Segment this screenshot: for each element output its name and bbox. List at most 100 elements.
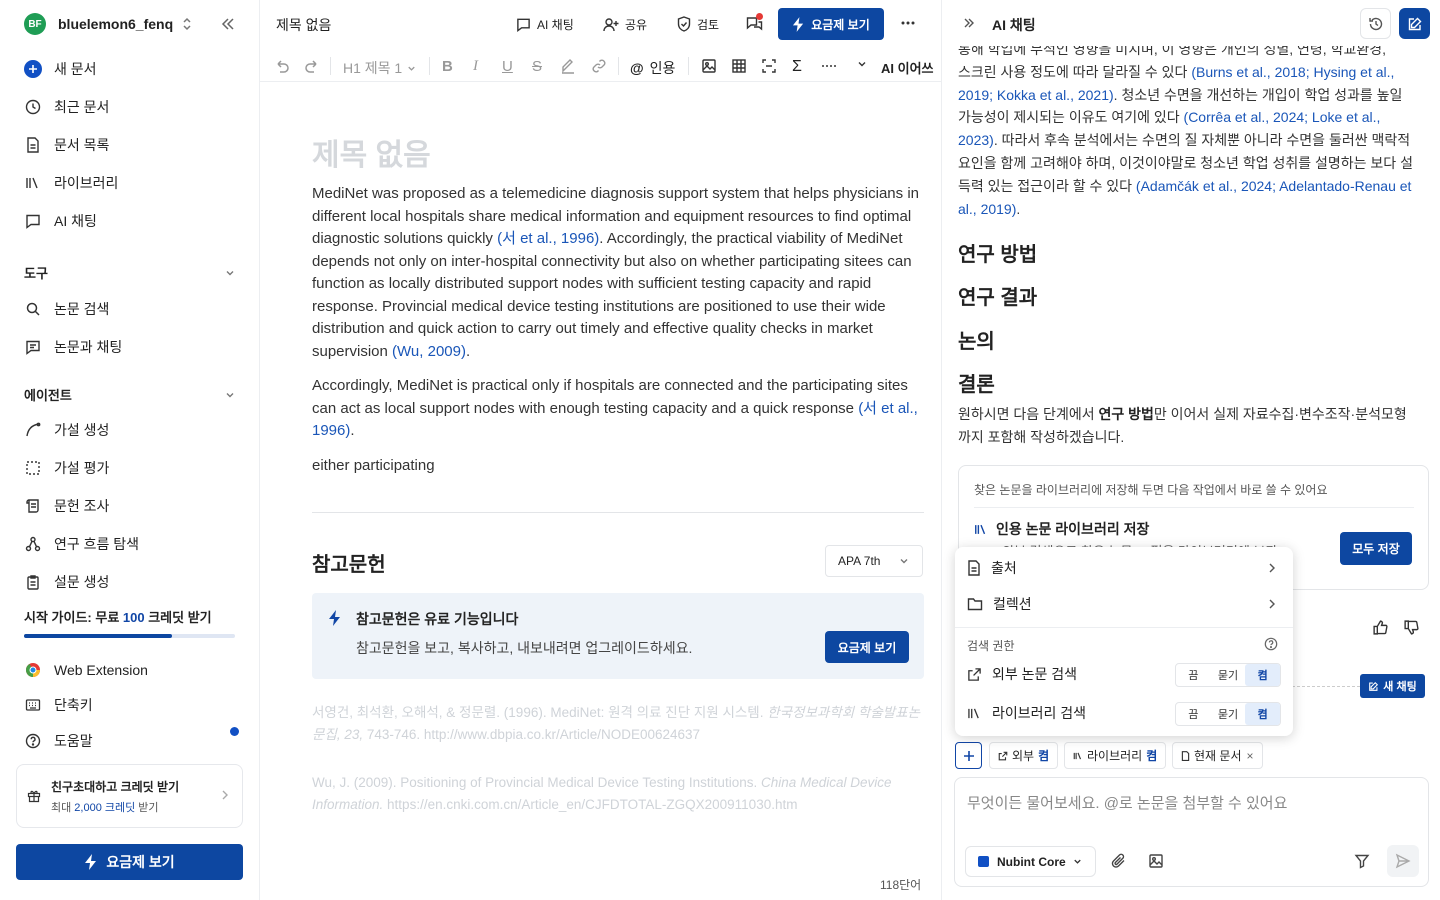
italic-icon[interactable]: I [473,58,478,75]
cite-label: 인용 [649,60,676,76]
strikethrough-icon[interactable]: S [532,58,542,75]
library-search-toggle[interactable]: 끔 묻기 켬 [1175,702,1281,726]
new-chat-button[interactable] [1399,8,1430,39]
sidebar-item-hypothesis-gen[interactable]: 가설 생성 [24,419,109,441]
seg-off[interactable]: 끔 [1176,703,1211,725]
divider-insert-icon[interactable] [821,58,837,74]
citation-link[interactable]: (서 et al., 1996) [497,230,599,247]
tools-section-header[interactable]: 도구 [24,263,236,282]
image-icon[interactable] [701,58,717,74]
cite-button[interactable]: @ 인용 [630,58,675,78]
sidebar-item-paper-search[interactable]: 논문 검색 [24,298,109,320]
sidebar-item-hypothesis-eval[interactable]: 가설 평가 [24,457,109,479]
divider [618,57,619,75]
external-search-toggle[interactable]: 끔 묻기 켬 [1175,663,1281,687]
sidebar-item-new-doc[interactable]: 새 문서 [24,58,97,80]
citation-link[interactable]: (Wu, 2009) [392,343,466,360]
embed-icon[interactable] [761,58,777,74]
invite-sub-prefix: 최대 [51,801,75,814]
chip-library[interactable]: 라이브러리 켬 [1064,742,1167,769]
share-button[interactable]: 공유 [603,14,647,34]
chevron-down-icon [898,555,910,567]
shield-check-icon [677,16,691,32]
model-label: Nubint Core [997,854,1066,869]
help-circle-icon[interactable] [1264,637,1278,651]
seg-off[interactable]: 끔 [1176,664,1211,686]
seg-on[interactable]: 켬 [1245,664,1281,686]
table-icon[interactable] [731,58,747,74]
highlight-icon[interactable] [560,58,576,74]
gift-icon [27,789,41,803]
chat-message: 통해 학업에 부적인 영향을 미치며, 이 영향은 개인의 성별, 연령, 학교… [958,38,1418,220]
redo-icon[interactable] [304,58,320,74]
paragraph-2[interactable]: Accordingly, MediNet is practical only i… [312,375,922,443]
sidebar-item-doc-list[interactable]: 문서 목록 [24,134,109,156]
sidebar-item-web-extension[interactable]: Web Extension [24,659,148,681]
doc-title-heading[interactable]: 제목 없음 [312,130,431,174]
chat-input[interactable]: 무엇이든 물어보세요. @로 논문을 첨부할 수 있어요 [967,792,1287,813]
start-guide[interactable]: 시작 가이드: 무료 100 크레딧 받기 [24,607,212,626]
expand-icon[interactable] [962,16,976,30]
undo-icon[interactable] [274,58,290,74]
menu-item-source[interactable]: 출처 [967,557,1283,579]
close-icon[interactable]: × [1247,749,1254,763]
sidebar-item-lit-review[interactable]: 문헌 조사 [24,495,109,517]
sidebar-item-help[interactable]: 도움말 [24,730,93,752]
ai-continue-button[interactable]: AI 이어쓰 [881,58,934,77]
collapse-sidebar-icon[interactable] [220,16,236,32]
notice-plan-button[interactable]: 요금제 보기 [825,631,909,663]
edit-icon [1407,16,1423,32]
new-chat-chip[interactable]: 새 채팅 [1360,674,1425,698]
send-button[interactable] [1387,845,1419,877]
agents-section-header[interactable]: 에이전트 [24,385,236,404]
doc-title[interactable]: 제목 없음 [276,15,331,35]
chevron-down-icon[interactable] [856,58,868,70]
notification-dot [230,727,239,736]
sidebar-item-label: 새 문서 [54,61,97,77]
seg-ask[interactable]: 묻기 [1211,703,1246,725]
external-link-icon [967,667,982,682]
add-context-button[interactable] [955,742,982,769]
ai-chat-button[interactable]: AI 채팅 [516,14,574,34]
sidebar-item-shortcuts[interactable]: 단축키 [24,694,93,716]
link-icon[interactable] [591,58,607,74]
bolt-icon [792,16,805,32]
library-icon [967,707,982,720]
filter-icon[interactable] [1354,853,1370,869]
sidebar-item-paper-chat[interactable]: 논문과 채팅 [24,336,122,358]
sidebar-item-ai-chat[interactable]: AI 채팅 [24,210,97,232]
seg-on[interactable]: 켬 [1245,703,1281,725]
review-button[interactable]: 검토 [677,14,719,34]
bold-icon[interactable]: B [442,58,453,75]
sidebar-plan-button[interactable]: 요금제 보기 [16,844,243,880]
paragraph-1[interactable]: MediNet was proposed as a telemedicine d… [312,183,922,363]
more-icon[interactable] [900,14,916,30]
menu-item-collection[interactable]: 컬렉션 [967,593,1283,615]
sidebar-item-library[interactable]: 라이브러리 [24,172,118,194]
citation-style-select[interactable]: APA 7th [825,545,923,577]
underline-icon[interactable]: U [502,58,513,75]
seg-ask[interactable]: 묻기 [1211,664,1246,686]
topbar-plan-button[interactable]: 요금제 보기 [778,8,884,40]
thumbs-down-icon[interactable] [1403,619,1420,636]
attach-icon[interactable] [1111,853,1127,869]
workspace-switcher[interactable]: BF bluelemon6_fenq [24,12,193,36]
save-all-button[interactable]: 모두 저장 [1340,532,1412,565]
sidebar-item-recent[interactable]: 최근 문서 [24,96,109,118]
heading-select[interactable]: H1 제목 1 [343,58,417,78]
chat-closing: 원하시면 다음 단계에서 연구 방법만 이어서 실제 자료수집·변수조작·분석모… [958,403,1418,449]
sigma-icon[interactable]: Σ [792,58,802,76]
sidebar-item-research-flow[interactable]: 연구 흐름 탐색 [24,533,139,555]
history-button[interactable] [1360,8,1391,39]
notification-dot [756,13,763,20]
image-icon[interactable] [1148,853,1164,869]
chip-current-doc[interactable]: 현재 문서 × [1172,742,1263,769]
dashed-square-icon [24,459,42,477]
model-select[interactable]: Nubint Core [965,846,1096,877]
paragraph-3[interactable]: either participating [312,455,922,478]
chat-heading: 논의 [958,331,995,353]
chip-external[interactable]: 외부 켬 [989,742,1059,769]
sidebar-item-survey-gen[interactable]: 설문 생성 [24,571,109,593]
invite-card[interactable]: 친구초대하고 크레딧 받기 최대 2,000 크레딧 받기 [16,764,243,828]
thumbs-up-icon[interactable] [1372,619,1389,636]
